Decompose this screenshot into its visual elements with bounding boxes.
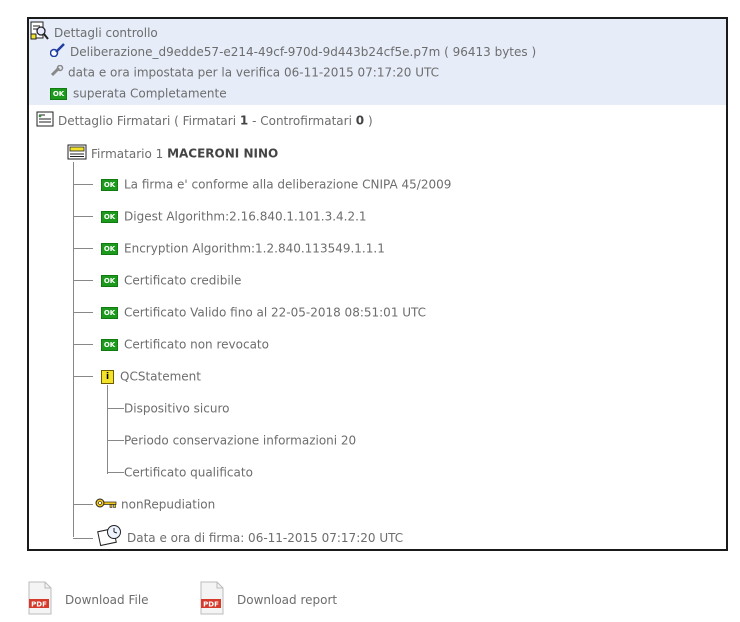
download-report-label: Download report: [237, 593, 338, 607]
qc-item-label: Periodo conservazione informazioni 20: [124, 433, 357, 448]
signers-label-suffix: ): [367, 114, 373, 128]
signer-name: MACERONI NINO: [167, 146, 279, 161]
qc-statement-row: i QCStatement: [101, 368, 201, 385]
tree-connector-line: [73, 280, 93, 281]
signers-label-prefix: Dettaglio Firmatari ( Firmatari: [58, 114, 237, 128]
verification-panel: Dettagli controllo Deliberazione_d9edde5…: [27, 17, 728, 551]
signing-time-label: Data e ora di firma: 06-11-2015 07:17:20…: [127, 531, 404, 545]
ok-icon: OK: [101, 274, 118, 287]
tree-connector-line: [73, 344, 93, 345]
signature-pen-icon: [49, 43, 66, 61]
countersigners-count: 0: [355, 113, 365, 128]
ok-icon: OK: [101, 338, 118, 351]
qc-statement-label: QCStatement: [120, 369, 201, 384]
qc-branch-line: [107, 385, 108, 474]
verification-date-row: data e ora impostata per la verifica 06-…: [50, 64, 439, 81]
signer-check-label: Certificato Valido fino al 22-05-2018 08…: [124, 305, 427, 320]
ok-icon: OK: [101, 210, 118, 223]
tree-connector-line: [73, 184, 93, 185]
signed-file-row: Deliberazione_d9edde57-e214-49cf-970d-9d…: [49, 43, 537, 61]
control-details-title: Dettagli controllo: [54, 26, 158, 40]
signed-file-name: Deliberazione_d9edde57-e214-49cf-970d-9d…: [70, 45, 441, 59]
clock-icon: [97, 524, 123, 549]
tree-trunk-line: [73, 162, 74, 537]
qc-item-label: Dispositivo sicuro: [124, 401, 230, 416]
wrench-icon: [50, 64, 64, 81]
signer-check-row: OK Certificato Valido fino al 22-05-2018 …: [101, 304, 426, 321]
magnifier-document-icon: [30, 21, 50, 45]
verification-status: superata Completamente: [73, 86, 227, 101]
tree-connector-line: [107, 472, 124, 473]
signer-check-row: OK La firma e' conforme alla deliberazion…: [101, 176, 451, 193]
tree-connector-line: [73, 216, 93, 217]
ok-icon: OK: [101, 242, 118, 255]
download-file-label: Download File: [65, 593, 149, 607]
tree-connector-line: [73, 248, 93, 249]
signer-certificate-icon: [67, 144, 87, 164]
tree-connector-line: [73, 538, 93, 539]
verification-status-row: OK superata Completamente: [50, 85, 227, 102]
signers-count: 1: [239, 113, 249, 128]
key-icon: [95, 497, 117, 513]
tree-connector-line: [73, 504, 93, 505]
signer-check-label: Digest Algorithm:2.16.840.1.101.3.4.2.1: [124, 209, 367, 224]
signer-check-label: Certificato credibile: [124, 273, 242, 288]
tree-connector-line: [73, 376, 93, 377]
signers-section-row: Dettaglio Firmatari ( Firmatari 1 - Cont…: [36, 111, 373, 131]
signer-check-row: OK Encryption Algorithm:1.2.840.113549.1.…: [101, 240, 385, 257]
pdf-badge-label: PDF: [203, 601, 219, 609]
ok-icon: OK: [101, 306, 118, 319]
verification-date: data e ora impostata per la verifica 06-…: [68, 65, 440, 80]
signed-file-size: ( 96413 bytes ): [444, 45, 537, 59]
qc-item-row: Certificato qualificato: [124, 464, 253, 481]
key-usage-label: nonRepudiation: [121, 497, 216, 512]
tree-connector-line: [73, 312, 93, 313]
info-icon: i: [101, 369, 114, 384]
signer-label: Firmatario 1: [91, 147, 164, 161]
pdf-icon: PDF: [199, 581, 225, 619]
signer-check-label: Certificato non revocato: [124, 337, 269, 352]
signers-label-mid: - Controfirmatari: [252, 114, 352, 128]
pdf-badge-label: PDF: [31, 601, 47, 609]
signer-check-row: OK Certificato credibile: [101, 272, 241, 289]
download-file-link[interactable]: PDF Download File: [27, 581, 149, 619]
control-details-title-row: Dettagli controllo: [30, 21, 158, 45]
key-usage-row: nonRepudiation: [95, 496, 215, 513]
tree-connector-line: [107, 408, 124, 409]
signer-check-label: La firma e' conforme alla deliberazione …: [124, 177, 452, 192]
signer-check-row: OK Digest Algorithm:2.16.840.1.101.3.4.2.…: [101, 208, 367, 225]
ok-icon: OK: [101, 178, 118, 191]
pdf-icon: PDF: [27, 581, 53, 619]
qc-item-row: Periodo conservazione informazioni 20: [124, 432, 356, 449]
certificate-list-icon: [36, 111, 54, 131]
signing-time-row: Data e ora di firma: 06-11-2015 07:17:20…: [97, 524, 404, 549]
signer-check-row: OK Certificato non revocato: [101, 336, 269, 353]
qc-item-label: Certificato qualificato: [124, 465, 253, 480]
ok-icon: OK: [50, 87, 67, 100]
qc-item-row: Dispositivo sicuro: [124, 400, 229, 417]
download-report-link[interactable]: PDF Download report: [199, 581, 337, 619]
signer-row: Firmatario 1 MACERONI NINO: [67, 144, 278, 164]
tree-connector-line: [107, 440, 124, 441]
signer-check-label: Encryption Algorithm:1.2.840.113549.1.1.…: [124, 241, 385, 256]
